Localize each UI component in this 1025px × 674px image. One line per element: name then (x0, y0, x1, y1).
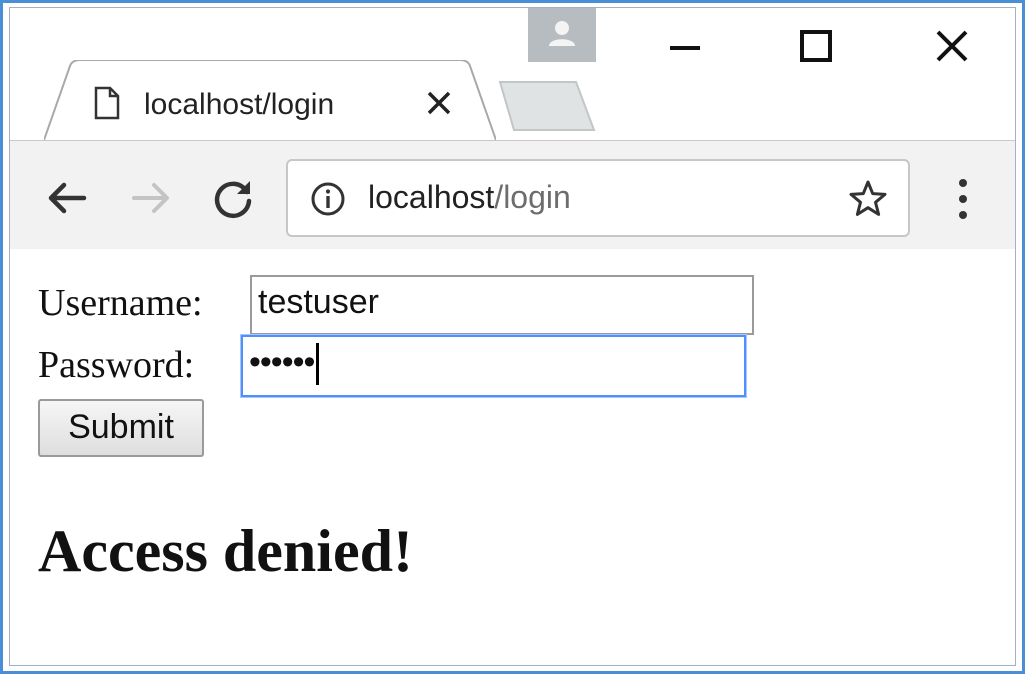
title-bar: localhost/login (10, 8, 1015, 142)
maximize-button[interactable] (752, 8, 872, 68)
password-value: •••••• (249, 343, 315, 381)
close-icon (936, 30, 968, 62)
star-icon[interactable] (848, 179, 888, 219)
tab-localhost-login[interactable]: localhost/login (44, 60, 496, 142)
text-caret (316, 343, 320, 386)
status-message: Access denied! (38, 518, 413, 584)
password-field[interactable]: •••••• (241, 335, 746, 397)
username-label: Username: (38, 282, 203, 324)
browser-toolbar: localhost/login (10, 140, 1015, 250)
browser-inner: localhost/login localhost/login Username… (9, 7, 1016, 666)
tab-title: localhost/login (144, 88, 335, 121)
close-icon (427, 91, 451, 115)
tab-close-button[interactable] (424, 88, 454, 118)
password-label: Password: (38, 344, 195, 386)
window-close-button[interactable] (888, 8, 1008, 68)
address-bar[interactable]: localhost/login (286, 159, 910, 237)
forward-arrow-icon[interactable] (128, 175, 174, 221)
new-tab-button[interactable] (496, 80, 596, 132)
new-tab-icon (498, 81, 596, 131)
address-url[interactable]: localhost/login (368, 179, 571, 216)
info-icon[interactable] (310, 181, 346, 217)
kebab-menu-icon[interactable] (950, 175, 976, 223)
page-icon (94, 86, 120, 120)
username-field[interactable]: testuser (250, 275, 754, 335)
url-host: localhost (368, 179, 495, 215)
profile-button[interactable] (528, 8, 596, 62)
browser-window: localhost/login localhost/login Username… (0, 0, 1025, 674)
maximize-icon (800, 30, 832, 62)
person-icon (549, 21, 575, 46)
minimize-button[interactable] (624, 8, 744, 68)
submit-button[interactable]: Submit (38, 399, 204, 457)
reload-icon[interactable] (210, 175, 256, 221)
minimize-icon (670, 46, 700, 50)
back-arrow-icon[interactable] (44, 175, 90, 221)
username-value: testuser (258, 283, 379, 321)
url-path: /login (494, 179, 571, 215)
page-content: Username: testuser Password: •••••• Subm… (10, 249, 1015, 665)
